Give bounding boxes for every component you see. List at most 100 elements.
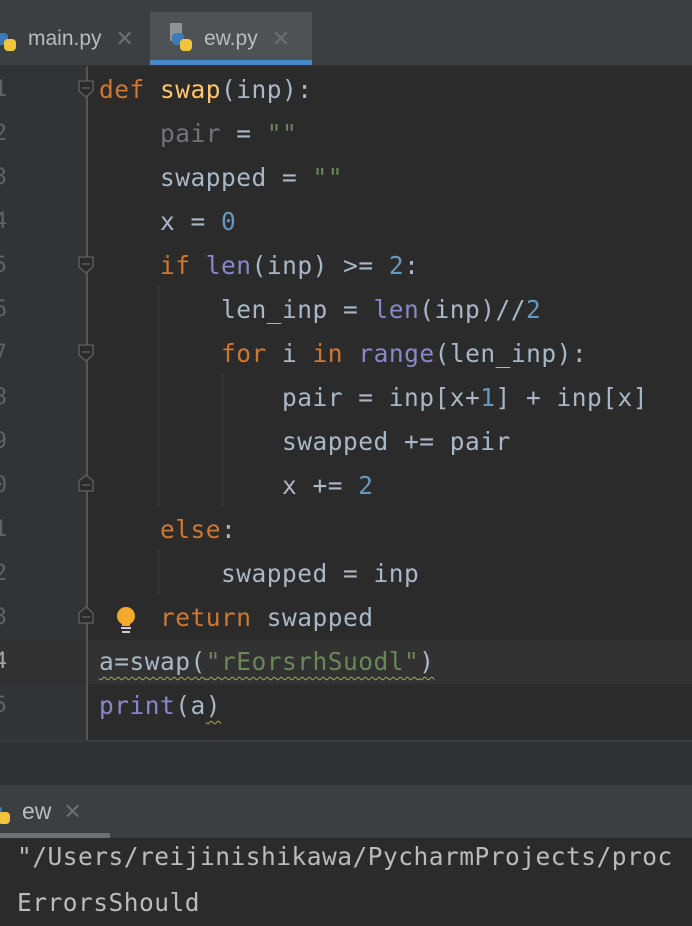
code-line[interactable]: 10 x += 2 (0, 464, 692, 508)
code-text: a=swap("rEorsrhSuodl") (99, 640, 435, 684)
code-token: ) (419, 647, 435, 676)
code-line[interactable]: 4 x = 0 (0, 200, 692, 244)
code-token: for (221, 339, 267, 368)
code-text: len_inp = len(inp)//2 (99, 288, 541, 332)
code-text: else: (99, 508, 236, 552)
tab-label: ew.py (204, 26, 258, 50)
fold-end-icon[interactable] (78, 606, 94, 624)
code-line[interactable]: 2 pair = "" (0, 112, 692, 156)
code-token: 1 (480, 383, 496, 412)
lightbulb-icon[interactable] (116, 606, 136, 636)
code-token: 2 (388, 251, 405, 280)
python-file-icon (170, 22, 194, 51)
python-icon (0, 800, 12, 824)
code-token: ) (205, 691, 222, 720)
code-line[interactable]: 7 for i in range(len_inp): (0, 332, 692, 376)
code-token: if (160, 251, 191, 280)
code-token: swapped += pair (99, 427, 511, 456)
code-text: pair = inp[x+1] + inp[x] (99, 376, 648, 420)
run-console-output[interactable]: "/Users/reijinishikawa/PycharmProjects/p… (0, 838, 692, 926)
code-text: def swap(inp): (99, 68, 313, 112)
indent-guide (222, 374, 223, 506)
line-number: 10 (0, 473, 7, 498)
code-line[interactable]: 15 print(a) (0, 684, 692, 728)
run-tab-label: ew (22, 798, 52, 824)
code-token: = (221, 119, 267, 148)
code-token: : (404, 251, 420, 280)
line-number: 14 (0, 649, 7, 674)
code-line[interactable]: 9 swapped += pair (0, 420, 692, 464)
code-token: (inp) >= (251, 251, 389, 280)
line-number: 12 (0, 561, 7, 586)
code-token: a=swap( (99, 647, 206, 676)
code-text: for i in range(len_inp): (99, 332, 587, 376)
code-token: (len_inp): (434, 339, 588, 368)
code-token: "rEorsrhSuodl" (205, 647, 420, 676)
line-number: 1 (0, 77, 7, 102)
code-line[interactable]: 6 len_inp = len(inp)//2 (0, 288, 692, 332)
code-token: len_inp = (99, 295, 374, 324)
close-icon[interactable]: ✕ (272, 26, 290, 52)
panel-divider (0, 740, 692, 787)
line-number: 8 (0, 385, 7, 410)
fold-open-icon[interactable] (78, 256, 94, 274)
run-tab-ew[interactable]: ew ✕ (0, 785, 110, 838)
code-token: swapped (251, 603, 374, 632)
code-text: return swapped (99, 596, 374, 640)
code-token: 0 (221, 207, 237, 236)
code-text: swapped += pair (99, 420, 511, 464)
close-icon[interactable]: ✕ (116, 26, 134, 52)
close-icon[interactable]: ✕ (63, 799, 81, 825)
code-token: 2 (526, 295, 542, 324)
line-number: 13 (0, 605, 7, 630)
code-text: swapped = "" (99, 156, 343, 200)
code-token: print (99, 691, 176, 720)
line-number: 5 (0, 253, 7, 278)
line-number: 6 (0, 297, 7, 322)
gutter-divider (86, 66, 88, 740)
code-line[interactable]: 14 a=swap("rEorsrhSuodl") (0, 640, 692, 684)
code-token: (inp): (221, 75, 313, 104)
code-editor[interactable]: 1 def swap(inp): 2 pair = "" 3 swapped = ""… (0, 66, 692, 740)
code-text: swapped = inp (99, 552, 419, 596)
code-token: : (221, 515, 237, 544)
run-tool-window-header: ew ✕ (0, 785, 692, 838)
code-line[interactable]: 12 swapped = inp (0, 552, 692, 596)
code-token: ] + inp[x] (495, 383, 649, 412)
code-token: len (205, 251, 252, 280)
code-token: "" (266, 119, 298, 148)
code-line[interactable]: 5 if len(inp) >= 2: (0, 244, 692, 288)
fold-open-icon[interactable] (78, 80, 94, 98)
python-file-icon (0, 27, 18, 51)
code-token: 2 (358, 471, 374, 500)
line-number: 9 (0, 429, 7, 454)
code-token: range (358, 339, 435, 368)
tab-main-py[interactable]: main.py ✕ (0, 12, 150, 65)
code-text: if len(inp) >= 2: (99, 244, 419, 288)
code-token: pair = inp[x+ (99, 383, 481, 412)
code-text: print(a) (99, 684, 221, 728)
code-token: x += (99, 471, 359, 500)
code-line[interactable]: 8 pair = inp[x+1] + inp[x] (0, 376, 692, 420)
code-line[interactable]: 11 else: (0, 508, 692, 552)
code-token: pair (160, 119, 222, 148)
fold-end-icon[interactable] (78, 474, 94, 492)
code-line[interactable]: 13 return swapped (0, 596, 692, 640)
code-line[interactable]: 1 def swap(inp): (0, 68, 692, 112)
tab-ew-py[interactable]: ew.py ✕ (150, 12, 312, 65)
console-line: "/Users/reijinishikawa/PycharmProjects/p… (17, 842, 673, 871)
code-token: len (373, 295, 420, 324)
code-token: def (99, 75, 145, 104)
code-token: "" (312, 163, 344, 192)
code-token: (inp)// (419, 295, 527, 324)
tab-label: main.py (28, 26, 102, 50)
fold-open-icon[interactable] (78, 344, 94, 362)
code-token: (a (175, 691, 206, 720)
code-line[interactable]: 3 swapped = "" (0, 156, 692, 200)
console-line: ErrorsShould (17, 888, 201, 917)
